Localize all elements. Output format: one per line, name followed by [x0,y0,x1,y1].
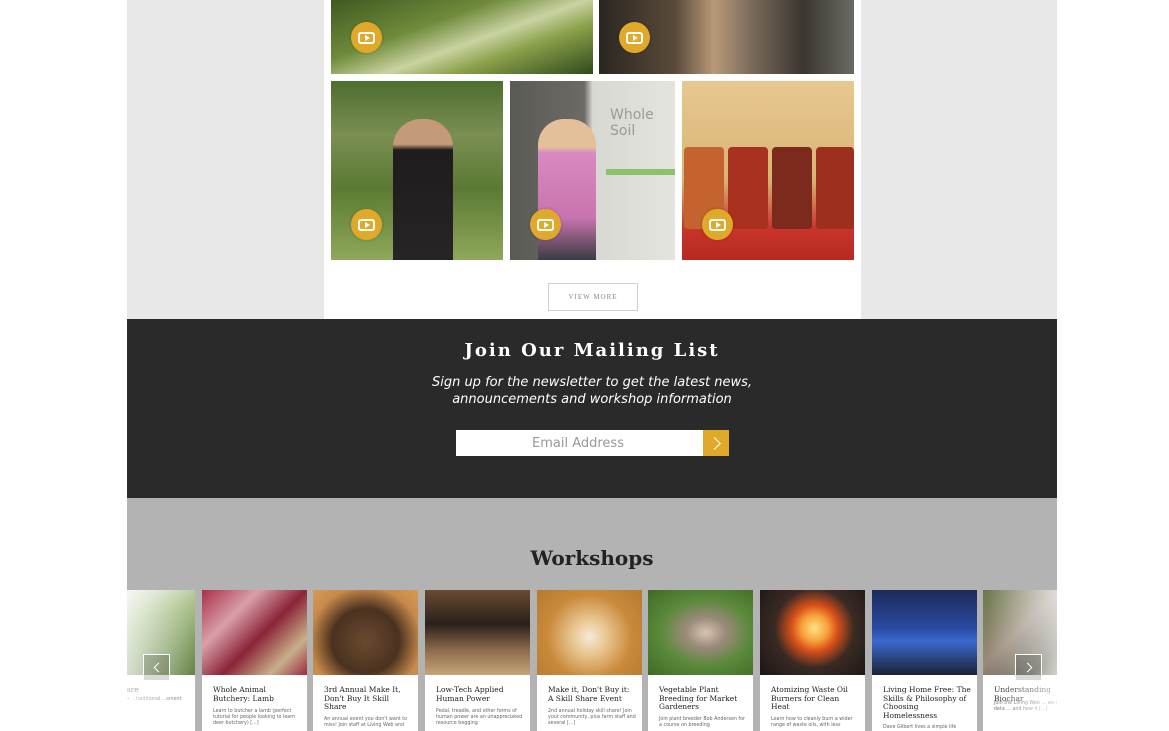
workshop-card-human-power[interactable]: Low-Tech Applied Human Power Pedal, trea… [425,590,530,731]
view-more-button[interactable]: VIEW MORE [548,283,638,311]
workshop-image [313,590,418,675]
workshop-image [872,590,977,675]
video-thumb-person-plaid[interactable] [599,0,854,74]
workshop-description: Learn to butcher a lamb (perfect tutoria… [213,709,296,726]
youtube-play-icon[interactable] [351,209,382,240]
youtube-play-icon[interactable] [619,22,650,53]
email-submit-button[interactable] [703,430,729,456]
mailing-subtitle-line-1: Sign up for the newsletter to get the la… [431,375,753,390]
workshop-description: 2nd annual holiday skill share! Join you… [548,709,636,726]
workshop-title: Make it, Don't Buy it: A Skill Share Eve… [548,685,630,703]
workshops-title: Workshops [530,546,654,570]
mailing-list-title: Join Our Mailing List [464,340,720,361]
workshop-title: Whole Animal Butchery: Lamb [213,685,274,703]
youtube-play-icon[interactable] [702,209,733,240]
carousel-prev-button[interactable] [143,654,170,681]
video-thumb-man-garden[interactable] [331,81,503,260]
chevron-left-icon [153,662,163,673]
carousel-next-button[interactable] [1015,654,1042,681]
workshop-image [425,590,530,675]
workshop-card-skill-share-3rd[interactable]: 3rd Annual Make It, Don't Buy It Skill S… [313,590,418,731]
workshop-image [648,590,753,675]
workshop-description: Join the Living Web ... we discuss in de… [994,701,1057,712]
workshop-description: Join plant breeder Bob Andersen for a co… [659,717,746,728]
workshop-card-plant-breeding[interactable]: Vegetable Plant Breeding for Market Gard… [648,590,753,731]
workshops-section: Workshops Wild Care ...niques for ...tra… [127,498,1057,731]
mailing-list-section: Join Our Mailing List Sign up for the ne… [127,319,1057,498]
workshop-image [760,590,865,675]
workshop-card-skill-share-event[interactable]: Make it, Don't Buy it: A Skill Share Eve… [537,590,642,731]
video-thumb-plant[interactable] [331,0,593,74]
content-frame: Whole Soil VIEW MORE Join Our Mailing Li… [127,0,1057,731]
workshop-title: Vegetable Plant Breeding for Market Gard… [659,685,738,711]
youtube-play-icon[interactable] [351,22,382,53]
workshop-image [537,590,642,675]
workshop-description: An annual event you don't want to miss! … [324,717,408,728]
email-input[interactable] [456,430,704,456]
video-thumb-jars[interactable] [682,81,854,260]
workshop-description: Dave Gilbert lives a simple life [883,725,957,730]
workshop-title: Atomizing Waste Oil Burners for Clean He… [771,685,848,711]
workshop-description: Learn how to cleanly burn a wider range … [771,717,853,728]
page: Whole Soil VIEW MORE Join Our Mailing Li… [0,0,1169,731]
workshop-card-waste-oil[interactable]: Atomizing Waste Oil Burners for Clean He… [760,590,865,731]
workshop-description: ...niques for ...traditional ...sment [.… [127,697,182,702]
video-gallery: Whole Soil VIEW MORE [324,0,861,319]
workshop-title: Living Home Free: The Skills & Philosoph… [883,685,971,720]
mailing-list-subtitle: Sign up for the newsletter to get the la… [127,374,1057,408]
workshop-title: Wild Care [127,685,139,694]
workshop-card-butchery[interactable]: Whole Animal Butchery: Lamb Learn to but… [202,590,307,731]
workshop-card-living-home-free[interactable]: Living Home Free: The Skills & Philosoph… [872,590,977,731]
workshop-title: Low-Tech Applied Human Power [436,685,504,703]
video-thumb-whole-soil[interactable]: Whole Soil [510,81,675,260]
workshop-image [202,590,307,675]
chevron-right-icon [707,436,721,450]
workshop-title: 3rd Annual Make It, Don't Buy It Skill S… [324,685,401,711]
youtube-play-icon[interactable] [530,209,561,240]
workshop-description: Pedal, treadle, and other forms of human… [436,709,523,726]
mailing-subtitle-line-2: announcements and workshop information [452,392,732,407]
whole-soil-sign-text: Whole Soil [610,107,654,139]
chevron-right-icon [1022,662,1032,673]
